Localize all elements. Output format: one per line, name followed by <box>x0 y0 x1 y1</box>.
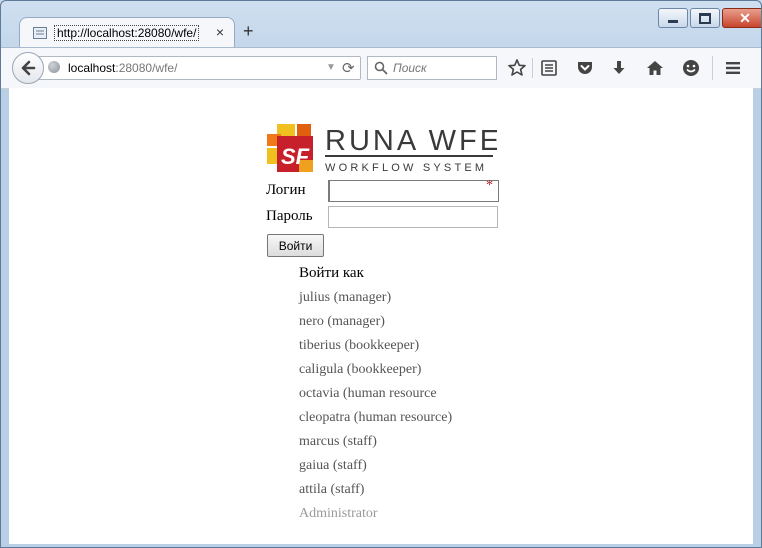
logo-brand: RUNA WFE <box>325 125 497 157</box>
login-as-user[interactable]: octavia (human resource <box>299 384 452 408</box>
login-as-user[interactable]: caligula (bookkeeper) <box>299 360 452 384</box>
login-as-title: Войти как <box>299 265 364 281</box>
navigation-toolbar: localhost:28080/wfe/ ▼ ⟳ Поиск <box>1 47 761 89</box>
page-content: SF RUNA WFE WORKFLOW SYSTEM Логин * Паро… <box>9 88 753 544</box>
login-input[interactable] <box>328 180 499 202</box>
tab-title: http://localhost:28080/wfe/ <box>54 25 200 41</box>
download-icon[interactable] <box>609 58 629 78</box>
runa-wfe-logo: SF RUNA WFE WORKFLOW SYSTEM <box>267 124 497 174</box>
page-icon <box>33 27 47 39</box>
url-bar[interactable]: localhost:28080/wfe/ ▼ ⟳ <box>39 56 361 80</box>
password-label: Пароль <box>266 208 313 224</box>
login-as-user[interactable]: cleopatra (human resource) <box>299 408 452 432</box>
login-as-user[interactable]: attila (staff) <box>299 480 452 504</box>
search-icon <box>374 61 388 75</box>
minimize-button[interactable] <box>658 8 688 28</box>
search-placeholder: Поиск <box>393 61 427 75</box>
back-button[interactable] <box>12 52 44 84</box>
tab-close-icon[interactable]: × <box>216 24 224 40</box>
home-icon[interactable] <box>645 58 665 78</box>
toolbar-separator <box>712 56 713 80</box>
search-box[interactable]: Поиск <box>367 56 497 80</box>
browser-window: ✕ http://localhost:28080/wfe/ × + localh… <box>0 0 762 548</box>
reading-list-icon[interactable] <box>539 58 559 78</box>
window-controls: ✕ <box>656 8 761 28</box>
globe-icon <box>48 61 60 73</box>
login-as-user[interactable]: nero (manager) <box>299 312 452 336</box>
url-host: localhost <box>68 61 116 75</box>
logo-tagline: WORKFLOW SYSTEM <box>325 162 487 174</box>
maximize-icon <box>691 9 719 27</box>
login-as-user[interactable]: gaiua (staff) <box>299 456 452 480</box>
password-input[interactable] <box>328 206 498 228</box>
menu-icon[interactable] <box>723 58 743 78</box>
login-label: Логин <box>266 182 306 198</box>
bookmark-star-icon[interactable] <box>507 58 527 78</box>
reload-icon[interactable]: ⟳ <box>342 59 355 77</box>
login-as-administrator[interactable]: Administrator <box>299 504 452 528</box>
back-icon <box>21 60 36 76</box>
close-button[interactable]: ✕ <box>722 8 761 28</box>
url-path: :28080/wfe/ <box>115 61 178 75</box>
close-icon: ✕ <box>739 9 751 26</box>
login-as-user[interactable]: tiberius (bookkeeper) <box>299 336 452 360</box>
minimize-icon <box>659 9 687 27</box>
required-mark: * <box>486 178 493 193</box>
url-text[interactable]: localhost:28080/wfe/ <box>68 61 177 75</box>
pocket-icon[interactable] <box>575 58 595 78</box>
login-as-user[interactable]: julius (manager) <box>299 288 452 312</box>
smiley-icon[interactable] <box>681 58 701 78</box>
login-as-list: julius (manager) nero (manager) tiberius… <box>299 288 452 528</box>
browser-tab[interactable]: http://localhost:28080/wfe/ × <box>19 17 235 48</box>
toolbar-separator <box>532 58 533 78</box>
new-tab-button[interactable]: + <box>243 21 254 41</box>
logo-mark-text: SF <box>281 144 310 169</box>
maximize-button[interactable] <box>690 8 720 28</box>
login-button[interactable]: Войти <box>267 234 324 257</box>
login-as-user[interactable]: marcus (staff) <box>299 432 452 456</box>
dropdown-icon[interactable]: ▼ <box>326 62 336 73</box>
